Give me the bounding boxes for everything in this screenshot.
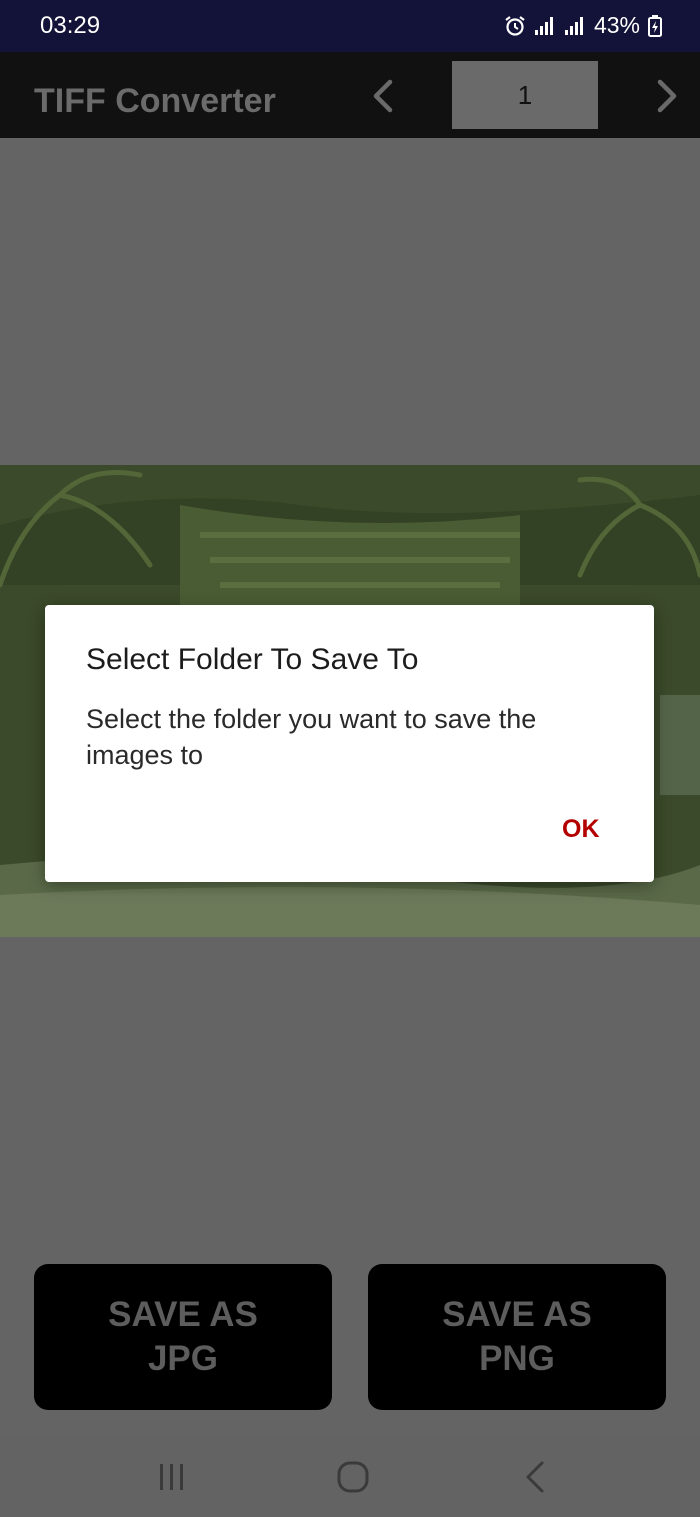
status-bar: 03:29 43% — [0, 0, 700, 52]
save-folder-dialog: Select Folder To Save To Select the fold… — [45, 605, 654, 882]
battery-percent: 43% — [593, 12, 640, 38]
dialog-title: Select Folder To Save To — [86, 643, 419, 676]
save-png-label-line1: SAVE AS — [442, 1295, 592, 1334]
save-as-png-button[interactable]: SAVE AS PNG — [368, 1264, 666, 1410]
signal-icon — [564, 16, 586, 36]
screen: 03:29 43% TIFF Converter 1 Select Folder… — [0, 0, 700, 1517]
recents-icon[interactable] — [152, 1457, 192, 1497]
dialog-message: Select the folder you want to save the i… — [86, 704, 537, 770]
save-as-jpg-button[interactable]: SAVE AS JPG — [34, 1264, 332, 1410]
battery-charging-icon — [648, 14, 662, 37]
save-jpg-label-line1: SAVE AS — [108, 1295, 258, 1334]
alarm-icon — [504, 15, 526, 37]
signal-icon — [534, 16, 556, 36]
chevron-right-icon[interactable] — [648, 78, 684, 114]
page-number-field[interactable]: 1 — [452, 61, 598, 129]
status-icons: 43% — [504, 12, 662, 39]
system-nav-bar — [0, 1435, 700, 1517]
status-time: 03:29 — [40, 12, 101, 39]
ok-button[interactable]: OK — [562, 815, 600, 844]
back-icon[interactable] — [516, 1457, 556, 1497]
home-icon[interactable] — [333, 1457, 373, 1497]
toolbar: TIFF Converter 1 — [0, 52, 700, 138]
save-png-label-line2: PNG — [479, 1339, 555, 1378]
save-jpg-label-line2: JPG — [147, 1339, 219, 1378]
chevron-left-icon[interactable] — [366, 78, 402, 114]
app-title: TIFF Converter — [34, 82, 276, 120]
